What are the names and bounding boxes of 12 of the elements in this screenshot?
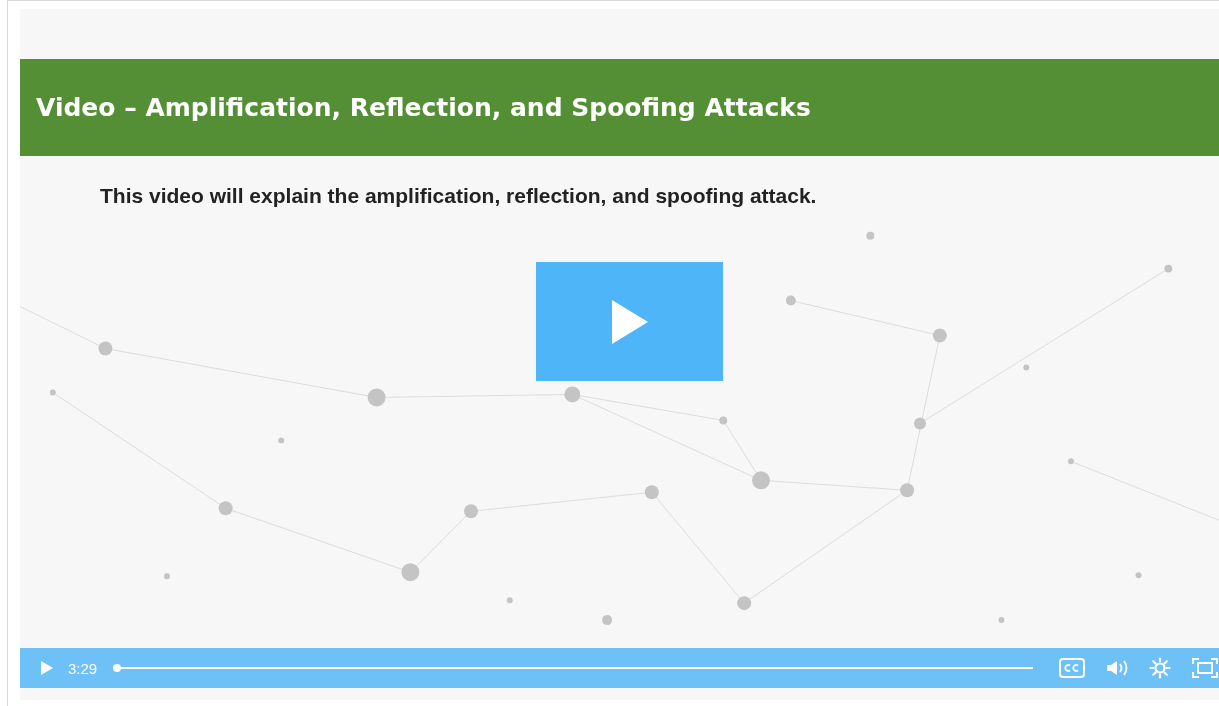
slide-title: Video – Amplification, Reflection, and Spoofing Attacks: [36, 93, 811, 122]
play-button[interactable]: [536, 262, 723, 381]
play-icon: [609, 297, 650, 346]
volume-icon[interactable]: [1105, 659, 1129, 677]
elapsed-time: 3:29: [68, 659, 98, 677]
closed-captions-icon[interactable]: [1059, 658, 1085, 678]
progress-thumb[interactable]: [113, 664, 122, 672]
slide-subtitle: This video will explain the amplification, reflection, and spoofing attack.: [100, 184, 818, 208]
settings-icon[interactable]: [1149, 657, 1171, 679]
play-icon: [40, 660, 54, 676]
play-button[interactable]: [40, 660, 54, 676]
fullscreen-icon[interactable]: [1191, 657, 1219, 679]
